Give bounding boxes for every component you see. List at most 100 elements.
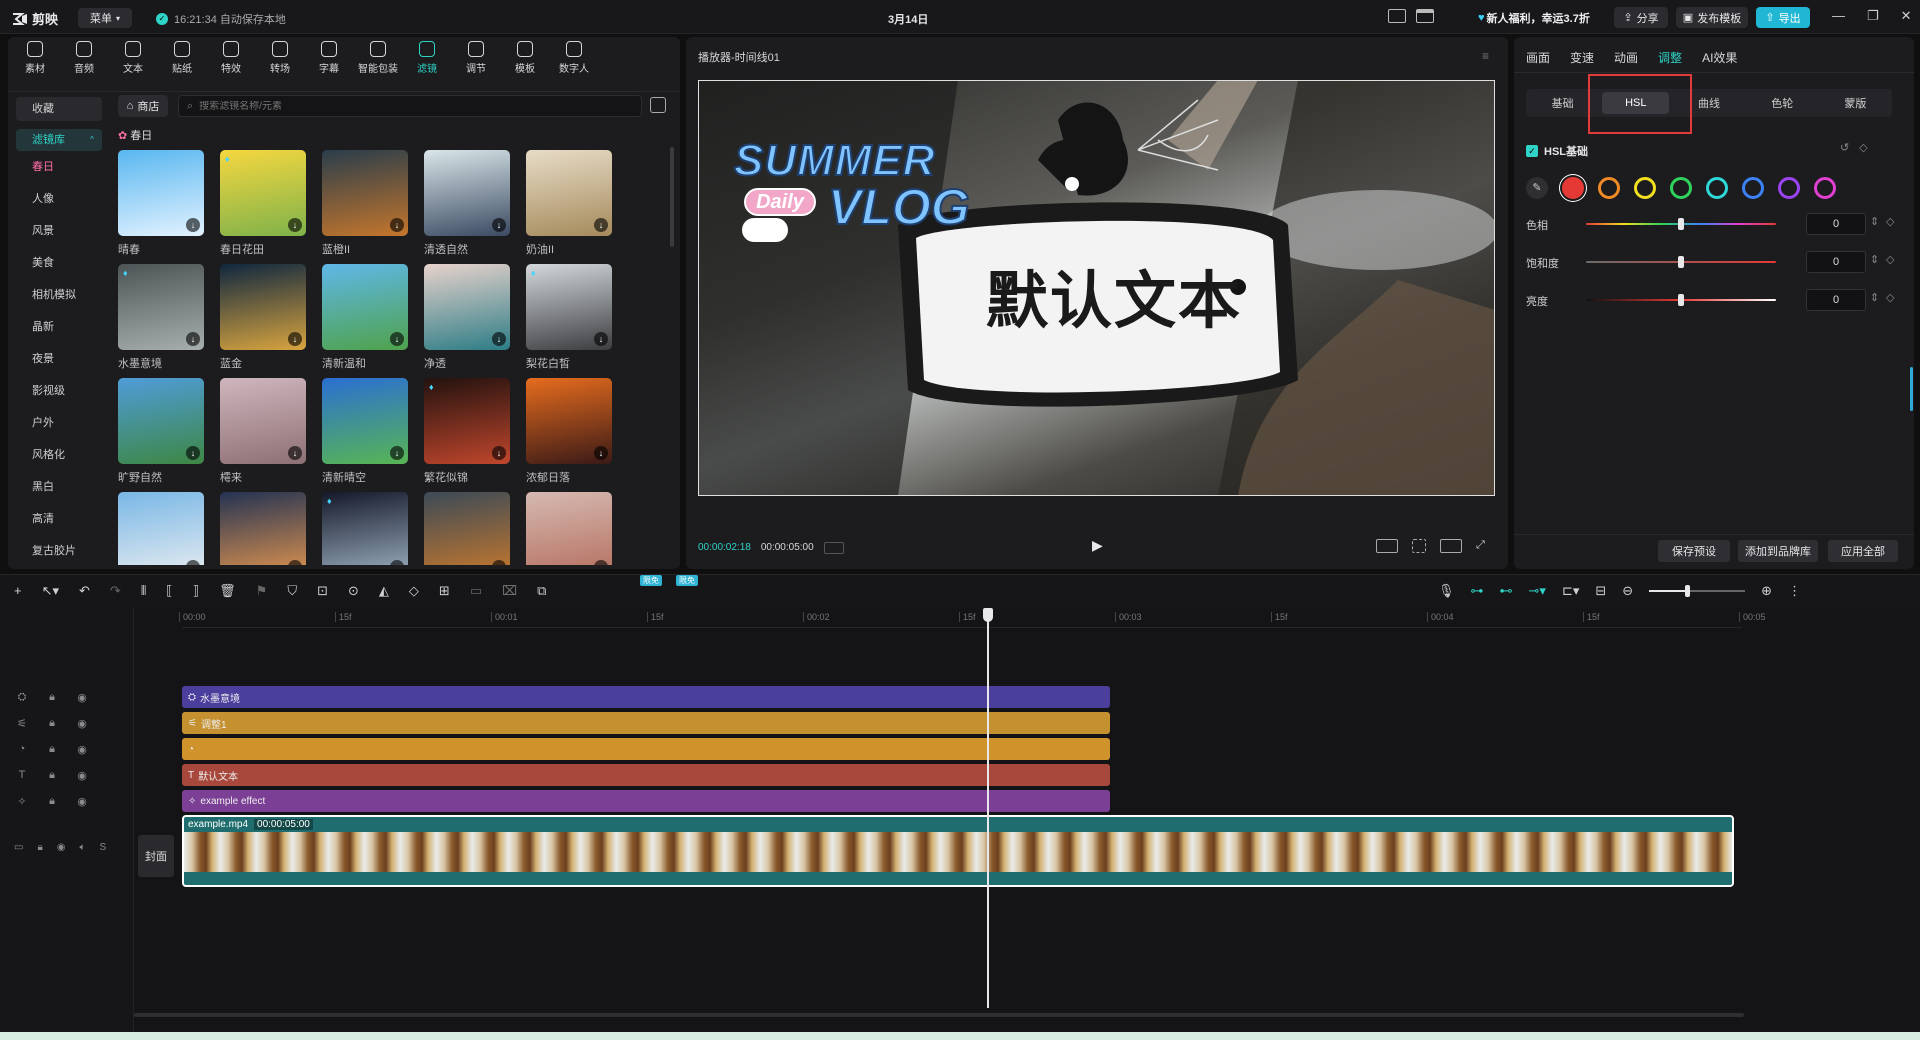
add-track-icon[interactable]: +: [14, 583, 22, 599]
toolbar-adjust-button[interactable]: 调节: [453, 41, 499, 75]
publish-template-button[interactable]: ▣ 发布模板: [1676, 7, 1748, 28]
download-icon[interactable]: ↓: [594, 332, 608, 346]
lock-icon[interactable]: 🔒︎: [44, 717, 60, 730]
playhead-handle[interactable]: [983, 608, 993, 622]
filter-thumbnail[interactable]: ♦↓: [322, 492, 408, 565]
filter-card[interactable]: ↓ 浓郁日落: [526, 378, 612, 484]
lock-icon[interactable]: 🔒︎: [44, 691, 60, 704]
reset-icon[interactable]: ↺: [1840, 141, 1849, 154]
timeline-clip[interactable]: T 默认文本: [182, 764, 1110, 786]
search-input[interactable]: [199, 100, 620, 112]
filter-card[interactable]: ↓ 奶油II: [526, 150, 612, 256]
filter-thumbnail[interactable]: ♦↓: [424, 378, 510, 464]
filter-thumbnail[interactable]: ↓: [424, 492, 510, 565]
filter-card[interactable]: ↓: [118, 492, 204, 565]
slider-knob[interactable]: [1678, 256, 1684, 268]
download-icon[interactable]: ↓: [186, 446, 200, 460]
inspector-tab-4[interactable]: AI效果: [1702, 49, 1737, 66]
hsl-swatch[interactable]: [1634, 177, 1656, 199]
filter-thumbnail[interactable]: ↓: [526, 492, 612, 565]
eye-icon[interactable]: ◉: [74, 769, 90, 782]
crop-focus-icon[interactable]: [1412, 539, 1426, 553]
download-icon[interactable]: ↓: [594, 560, 608, 565]
toolbar-transition-button[interactable]: 转场: [257, 41, 303, 75]
toolbar-audio-button[interactable]: 音频: [61, 41, 107, 75]
sidebar-item-5[interactable]: 晶新: [16, 311, 102, 343]
checkbox-icon[interactable]: ✓: [1526, 145, 1538, 157]
slider-knob[interactable]: [1678, 294, 1684, 306]
adjust-subtab-4[interactable]: 蒙版: [1822, 92, 1889, 114]
share-button[interactable]: ⇪ 分享: [1614, 7, 1668, 28]
filter-card[interactable]: ↓ 樗来: [220, 378, 306, 484]
filter-card[interactable]: ↓ 清新晴空: [322, 378, 408, 484]
play-button[interactable]: ▶: [1092, 537, 1103, 554]
zoom-out-icon[interactable]: ⊖: [1622, 583, 1633, 599]
timeline-scrollbar[interactable]: [134, 1013, 1744, 1017]
picture-icon[interactable]: ▭: [470, 583, 482, 599]
main-video-clip[interactable]: example.mp4 00:00:05:00: [182, 815, 1734, 887]
filter-thumbnail[interactable]: ↓: [526, 378, 612, 464]
hsl-value-input[interactable]: 0: [1806, 213, 1866, 235]
download-icon[interactable]: ↓: [390, 218, 404, 232]
original-ratio-icon[interactable]: [1376, 539, 1398, 553]
sidebar-item-2[interactable]: 风景: [16, 215, 102, 247]
lock-icon[interactable]: 🔒︎: [44, 795, 60, 808]
time-ruler[interactable]: 00:00 15f 00:01 15f 00:02 15f 00:03 15f 00:04 15f…: [179, 608, 1766, 628]
eye-icon[interactable]: ◉: [74, 717, 90, 730]
download-icon[interactable]: ↓: [594, 218, 608, 232]
inspector-scrollbar[interactable]: [1910, 367, 1913, 411]
lock-icon[interactable]: 🔒︎: [37, 842, 42, 853]
keyframe-icon[interactable]: ◇: [1886, 253, 1894, 266]
mark-icon[interactable]: ⚑: [256, 583, 268, 599]
zoom-in-icon[interactable]: ⊕: [1761, 583, 1772, 599]
toolbar-text-button[interactable]: 文本: [110, 41, 156, 75]
download-icon[interactable]: ↓: [288, 560, 302, 565]
download-icon[interactable]: ↓: [288, 218, 302, 232]
stepper-icon[interactable]: ⇕: [1870, 291, 1879, 304]
select-cursor-icon[interactable]: ↖▾: [42, 583, 59, 599]
filter-card[interactable]: ↓: [220, 492, 306, 565]
stepper-icon[interactable]: ⇕: [1870, 215, 1879, 228]
filter-card[interactable]: ↓ 净透: [424, 264, 510, 370]
hsl-swatch[interactable]: [1742, 177, 1764, 199]
inspector-tab-0[interactable]: 画面: [1526, 49, 1550, 66]
sidebar-item-6[interactable]: 夜景: [16, 343, 102, 375]
undo-icon[interactable]: ↶: [79, 583, 90, 599]
timeline-clip[interactable]: ✧ example effect: [182, 790, 1110, 812]
hsl-slider[interactable]: [1586, 218, 1776, 230]
hsl-swatch[interactable]: [1778, 177, 1800, 199]
split-right-icon[interactable]: ⟧: [193, 583, 199, 599]
hsl-swatch[interactable]: [1670, 177, 1692, 199]
hsl-swatch[interactable]: [1814, 177, 1836, 199]
shield-icon[interactable]: ⛉: [287, 583, 297, 599]
filter-thumbnail[interactable]: ↓: [424, 264, 510, 350]
filter-thumbnail[interactable]: ↓: [424, 150, 510, 236]
hsl-swatch[interactable]: [1562, 177, 1584, 199]
filter-thumbnail[interactable]: ♦↓: [220, 150, 306, 236]
speaker-icon[interactable]: 🔈︎: [80, 842, 86, 853]
download-icon[interactable]: ↓: [492, 218, 506, 232]
auto-reframe-icon[interactable]: ⧉: [537, 583, 546, 599]
filter-card[interactable]: ♦ ↓ 梨花白皙: [526, 264, 612, 370]
download-icon[interactable]: ↓: [594, 446, 608, 460]
video-preview[interactable]: SUMMER VLOG Daily 默认文本: [698, 80, 1495, 496]
maximize-icon[interactable]: ❐: [1867, 8, 1879, 24]
filter-thumbnail[interactable]: ↓: [220, 378, 306, 464]
preview-axis-icon[interactable]: ⊏▾: [1562, 583, 1579, 599]
filter-thumbnail[interactable]: ↓: [220, 264, 306, 350]
cover-button[interactable]: 封面: [138, 835, 174, 877]
sidebar-item-7[interactable]: 影视级: [16, 375, 102, 407]
download-icon[interactable]: ↓: [186, 218, 200, 232]
download-icon[interactable]: ↓: [288, 446, 302, 460]
hsl-value-input[interactable]: 0: [1806, 251, 1866, 273]
filter-card[interactable]: ↓ 蓝橙II: [322, 150, 408, 256]
hsl-value-input[interactable]: 0: [1806, 289, 1866, 311]
rotate-icon[interactable]: ◇: [409, 583, 419, 599]
mirror-icon[interactable]: ◭: [379, 583, 389, 599]
freeze-icon[interactable]: ⊡: [317, 583, 328, 599]
toolbar-smart-package-button[interactable]: 智能包装: [355, 41, 401, 75]
toolbar-filter-button[interactable]: 滤镜: [404, 41, 450, 75]
eye-icon[interactable]: ◉: [57, 842, 66, 853]
keyframe-icon[interactable]: ◇: [1886, 215, 1894, 228]
save-preset-button[interactable]: 保存预设: [1658, 540, 1730, 562]
